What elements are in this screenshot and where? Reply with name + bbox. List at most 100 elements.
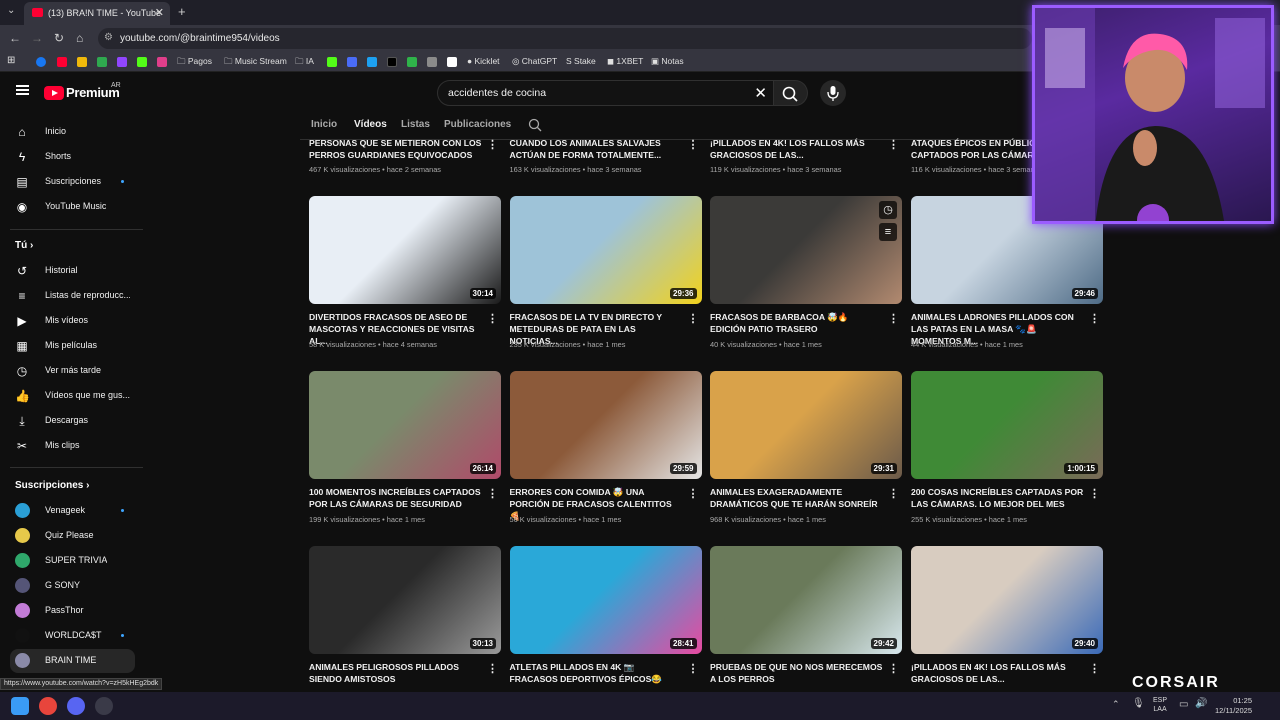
more-options-icon[interactable]: ⋮ <box>487 662 498 675</box>
settings-taskbar-icon[interactable] <box>95 697 113 715</box>
apps-grid-icon[interactable]: ⊞ <box>7 55 15 66</box>
subscription-channel[interactable]: BRAIN TIME <box>10 649 135 673</box>
bookmark-kicklet[interactable]: ● Kicklet <box>467 56 500 66</box>
more-options-icon[interactable]: ⋮ <box>1089 312 1100 325</box>
add-to-queue-icon[interactable]: ≡ <box>879 223 897 241</box>
video-title[interactable]: ¡PILLADOS EN 4K! LOS FALLOS MÁS GRACIOSO… <box>710 137 885 161</box>
reload-icon[interactable]: ↻ <box>54 31 64 45</box>
tab-search-icon[interactable]: ⌄ <box>7 5 15 16</box>
video-card[interactable]: 29:59 ERRORES CON COMIDA 🤯 UNA PORCIÓN D… <box>509 371 702 541</box>
video-thumbnail[interactable]: 26:14 <box>309 371 501 479</box>
video-thumbnail[interactable]: 1:00:15 <box>911 371 1103 479</box>
video-card[interactable]: 29:31 ANIMALES EXAGERADAMENTE DRAMÁTICOS… <box>710 371 902 541</box>
bookmark-icon[interactable] <box>97 57 107 67</box>
video-card[interactable]: CUANDO LOS ANIMALES SALVAJES ACTÚAN DE F… <box>510 137 702 177</box>
video-title[interactable]: FRACASOS DE BARBACOA 🤯🔥 EDICIÓN PATIO TR… <box>710 311 885 335</box>
subscription-channel[interactable]: G SONY <box>0 574 150 598</box>
close-tab-icon[interactable]: ✕ <box>155 6 164 19</box>
system-clock[interactable]: 01:25 12/11/2025 <box>1215 696 1252 716</box>
new-tab-button[interactable]: + <box>178 4 186 19</box>
discord-taskbar-icon[interactable] <box>67 697 85 715</box>
video-card[interactable]: ¡PILLADOS EN 4K! LOS FALLOS MÁS GRACIOSO… <box>710 137 902 177</box>
tray-chevron-icon[interactable]: ⌃ <box>1112 699 1120 710</box>
video-thumbnail[interactable]: 29:40 <box>911 546 1103 654</box>
windows-start-icon[interactable] <box>11 697 29 715</box>
video-title[interactable]: 200 COSAS INCREÍBLES CAPTADAS POR LAS CÁ… <box>911 486 1086 510</box>
bookmark-icon[interactable] <box>447 57 457 67</box>
more-options-icon[interactable]: ⋮ <box>1089 487 1100 500</box>
video-title[interactable]: PRUEBAS DE QUE NO NOS MERECEMOS A LOS PE… <box>710 661 885 685</box>
more-options-icon[interactable]: ⋮ <box>688 312 699 325</box>
video-thumbnail[interactable]: 28:41 <box>509 546 702 654</box>
facebook-bookmark-icon[interactable] <box>36 57 46 67</box>
mic-tray-icon[interactable]: 🎙 <box>1132 698 1145 709</box>
more-options-icon[interactable]: ⋮ <box>888 662 899 675</box>
kick-bookmark-icon[interactable] <box>327 57 337 67</box>
subscription-channel[interactable]: Quiz Please <box>0 524 150 548</box>
video-title[interactable]: ATLETAS PILLADOS EN 4K 📷 FRACASOS DEPORT… <box>510 661 685 685</box>
sidebar-you-item-2[interactable]: ≡ Listas de reproducc... <box>0 284 150 308</box>
video-card[interactable]: 29:40 ¡PILLADOS EN 4K! LOS FALLOS MÁS GR… <box>911 546 1103 716</box>
kick-bookmark-icon[interactable] <box>137 57 147 67</box>
sidebar-subscriptions-heading[interactable]: Suscripciones › <box>15 480 89 491</box>
bookmark-folder-ia[interactable]: 🗀 IA <box>295 56 314 70</box>
video-title[interactable]: ANIMALES EXAGERADAMENTE DRAMÁTICOS QUE T… <box>710 486 885 510</box>
video-thumbnail[interactable]: 29:36 <box>509 196 702 304</box>
tab-videos[interactable]: Vídeos <box>354 119 387 130</box>
volume-icon[interactable]: 🔊 <box>1195 698 1207 709</box>
url-field[interactable]: ⚙ youtube.com/@braintime954/videos <box>98 28 1032 49</box>
video-card[interactable]: 29:42 PRUEBAS DE QUE NO NOS MERECEMOS A … <box>710 546 902 716</box>
voice-search-button[interactable] <box>820 80 846 106</box>
binance-bookmark-icon[interactable] <box>77 57 87 67</box>
more-options-icon[interactable]: ⋮ <box>688 662 699 675</box>
forward-icon[interactable]: → <box>31 31 43 45</box>
more-options-icon[interactable]: ⋮ <box>888 138 899 151</box>
sidebar-you-item-1[interactable]: ↺ Historial <box>0 259 150 283</box>
sidebar-item-4[interactable]: ◉ YouTube Music <box>0 195 150 219</box>
sidebar-item-1[interactable]: ⌂ Inicio <box>0 120 150 144</box>
more-options-icon[interactable]: ⋮ <box>487 487 498 500</box>
video-card[interactable]: 1:00:15 200 COSAS INCREÍBLES CAPTADAS PO… <box>911 371 1103 541</box>
sidebar-you-item-4[interactable]: ▦ Mis películas <box>0 334 150 358</box>
video-thumbnail[interactable]: 29:31 <box>710 371 902 479</box>
bookmark-1xbet[interactable]: ◼ 1XBET <box>607 56 643 67</box>
subscription-channel[interactable]: Venageek <box>0 499 150 523</box>
video-card[interactable]: 28:41 ATLETAS PILLADOS EN 4K 📷 FRACASOS … <box>509 546 702 716</box>
video-card[interactable]: 26:14 100 MOMENTOS INCREÍBLES CAPTADOS P… <box>309 371 501 541</box>
bookmark-icon[interactable] <box>157 57 167 67</box>
subscription-channel[interactable]: SUPER TRIVIA <box>0 549 150 573</box>
video-card[interactable]: 29:36 FRACASOS DE LA TV EN DIRECTO Y MET… <box>509 196 702 366</box>
video-thumbnail[interactable]: 29:42 <box>710 546 902 654</box>
subscription-channel[interactable]: WORLDCA$T <box>0 624 150 648</box>
site-info-icon[interactable]: ⚙ <box>104 32 113 43</box>
more-options-icon[interactable]: ⋮ <box>1089 662 1100 675</box>
more-options-icon[interactable]: ⋮ <box>688 138 699 151</box>
video-title[interactable]: CUANDO LOS ANIMALES SALVAJES ACTÚAN DE F… <box>510 137 685 161</box>
watch-later-icon[interactable]: ◷ <box>879 201 897 219</box>
sidebar-you-item-6[interactable]: 👍 Vídeos que me gus... <box>0 384 150 408</box>
sidebar-you-item-3[interactable]: ▶ Mis vídeos <box>0 309 150 333</box>
bookmark-folder-music[interactable]: 🗀 Music Stream <box>224 56 287 70</box>
sidebar-item-3[interactable]: ▤ Suscripciones <box>0 170 150 194</box>
video-title[interactable]: ¡PILLADOS EN 4K! LOS FALLOS MÁS GRACIOSO… <box>911 661 1086 685</box>
search-input[interactable]: accidentes de cocina ✕ <box>437 80 774 106</box>
youtube-bookmark-icon[interactable] <box>57 57 67 67</box>
more-options-icon[interactable]: ⋮ <box>487 312 498 325</box>
home-icon[interactable]: ⌂ <box>76 31 83 45</box>
video-thumbnail[interactable]: 30:13 <box>309 546 501 654</box>
sidebar-you-item-5[interactable]: ◷ Ver más tarde <box>0 359 150 383</box>
tab-inicio[interactable]: Inicio <box>311 119 337 130</box>
tab-listas[interactable]: Listas <box>401 119 430 130</box>
network-icon[interactable]: ▭ <box>1179 699 1188 710</box>
bookmark-stake[interactable]: S Stake <box>566 56 596 66</box>
sidebar-you-item-7[interactable]: ⤓ Descargas <box>0 409 150 433</box>
video-title[interactable]: 100 MOMENTOS INCREÍBLES CAPTADOS POR LAS… <box>309 486 484 510</box>
more-options-icon[interactable]: ⋮ <box>688 487 699 500</box>
back-icon[interactable]: ← <box>9 31 21 45</box>
menu-icon[interactable] <box>16 85 29 95</box>
sidebar-item-2[interactable]: ϟ Shorts <box>0 145 150 169</box>
browser-tab-youtube[interactable]: (13) BRA!N TIME - YouTube ✕ <box>24 2 170 25</box>
video-card[interactable]: ◷ ≡ FRACASOS DE BARBACOA 🤯🔥 EDICIÓN PATIO… <box>710 196 902 366</box>
clear-search-icon[interactable]: ✕ <box>754 84 767 102</box>
video-thumbnail[interactable]: ◷ ≡ <box>710 196 902 304</box>
